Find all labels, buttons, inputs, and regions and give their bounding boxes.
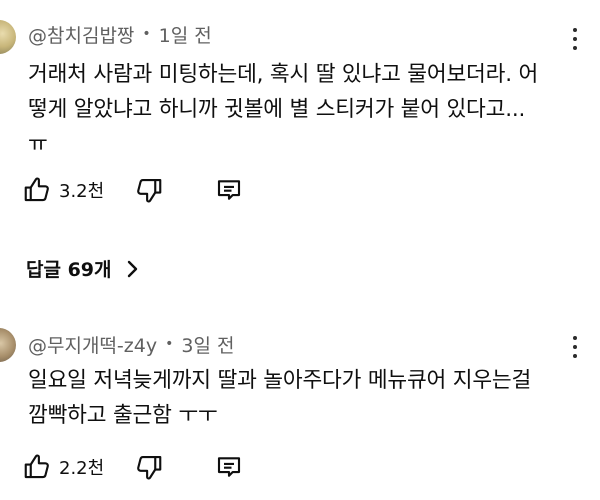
- comment-text-line: 깜빡하고 출근함 ㅜㅜ: [28, 403, 218, 428]
- vertical-ellipsis-icon[interactable]: [572, 336, 578, 362]
- replies-count-label: 답글 69개: [26, 259, 112, 281]
- avatar[interactable]: [0, 328, 16, 362]
- comment-actions: 3.2천: [22, 170, 244, 210]
- comment-meta: @무지개떡-z4y • 3일 전: [28, 330, 234, 358]
- vertical-ellipsis-icon[interactable]: [572, 28, 578, 54]
- comment-actions: 2.2천: [22, 447, 244, 487]
- thumbs-up-icon[interactable]: [22, 452, 52, 482]
- comment-text-line: 거래처 사람과 미팅하는데, 혹시 딸 있냐고 물어보더라. 어: [28, 62, 539, 87]
- comment-text-line: 떻게 알았냐고 하니까 귓볼에 별 스티커가 붙어 있다고...: [28, 97, 526, 122]
- comment-text: 일요일 저녁늦게까지 딸과 놀아주다가 메뉴큐어 지우는걸 깜빡하고 출근함 ㅜ…: [28, 363, 573, 433]
- thumbs-up-icon[interactable]: [22, 175, 52, 205]
- like-count: 2.2천: [59, 458, 105, 479]
- timestamp[interactable]: 3일 전: [181, 331, 234, 358]
- avatar[interactable]: [0, 20, 16, 54]
- comment-meta: @참치김밥짱 • 1일 전: [28, 20, 212, 48]
- separator-dot: •: [142, 26, 151, 42]
- thumbs-down-icon[interactable]: [134, 452, 164, 482]
- author-name[interactable]: @무지개떡-z4y: [28, 331, 157, 358]
- reply-comment-icon[interactable]: [214, 175, 244, 205]
- author-name[interactable]: @참치김밥짱: [28, 21, 134, 48]
- timestamp[interactable]: 1일 전: [159, 21, 212, 48]
- reply-comment-icon[interactable]: [214, 452, 244, 482]
- like-count: 3.2천: [59, 181, 105, 202]
- thumbs-down-icon[interactable]: [134, 175, 164, 205]
- separator-dot: •: [165, 336, 174, 352]
- chevron-right-icon: [127, 260, 137, 277]
- comment-text-line: ㅠ: [28, 132, 48, 157]
- comment-text: 거래처 사람과 미팅하는데, 혹시 딸 있냐고 물어보더라. 어 떻게 알았냐고…: [28, 57, 573, 162]
- view-replies-link[interactable]: 답글 69개: [26, 255, 138, 282]
- comment-text-line: 일요일 저녁늦게까지 딸과 놀아주다가 메뉴큐어 지우는걸: [28, 368, 532, 393]
